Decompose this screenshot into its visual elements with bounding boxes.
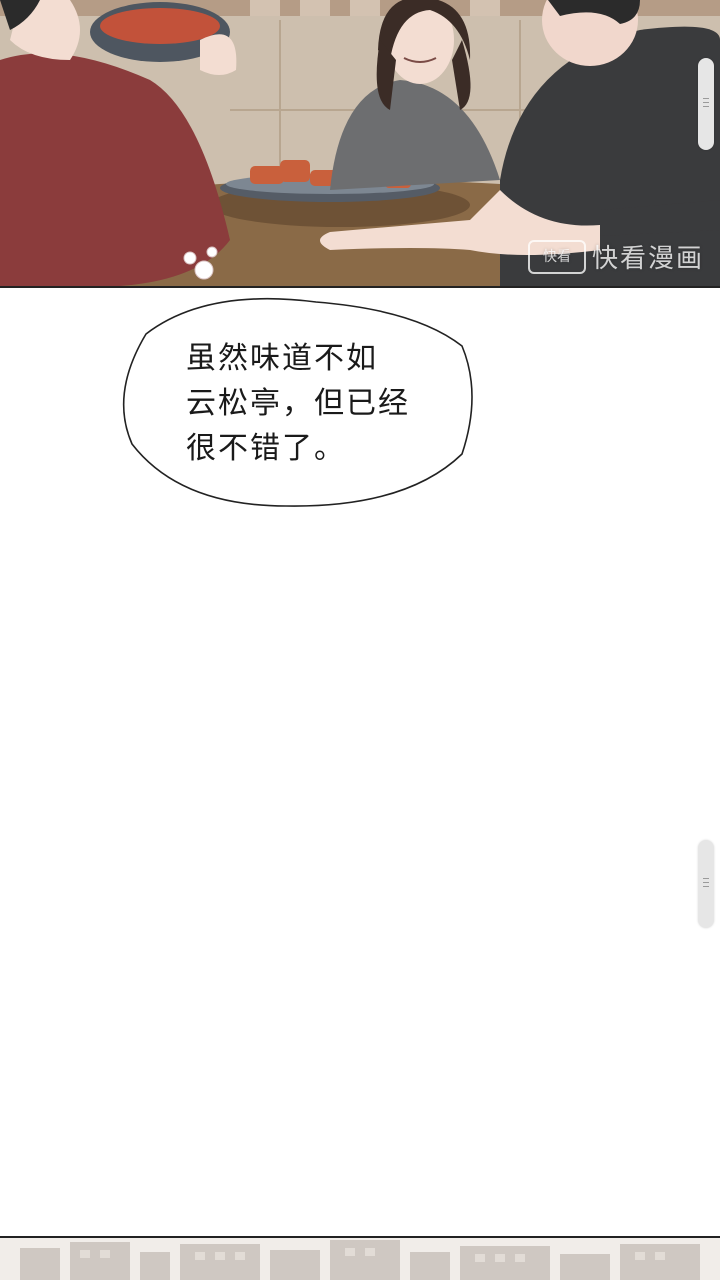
- speech-bubble-text: 虽然味道不如 云松亭，但已经 很不错了。: [186, 336, 416, 471]
- comic-panel-dinner-scene: 快看 快看漫画: [0, 0, 720, 288]
- kuaikan-logo-icon: 快看: [527, 239, 586, 274]
- watermark-text: 快看漫画: [591, 244, 704, 274]
- grip-lines-icon: [703, 878, 709, 879]
- scroll-handle-top[interactable]: [698, 58, 714, 150]
- comic-panel-street-scene: [0, 1236, 720, 1280]
- speech-line-3: 很不错了。: [186, 431, 346, 466]
- speech-line-1: 虽然味道不如: [186, 341, 378, 376]
- grip-lines-icon: [703, 98, 709, 99]
- grip-lines-icon: [703, 886, 709, 887]
- speech-bubble: 虽然味道不如 云松亭，但已经 很不错了。: [116, 294, 476, 510]
- street-scene-illustration: [0, 1238, 720, 1280]
- speech-line-2: 云松亭，但已经: [186, 386, 410, 421]
- comic-page: 快看 快看漫画 虽然味道不如 云松亭，但已经 很不错了。: [0, 0, 720, 1280]
- grip-lines-icon: [703, 882, 709, 883]
- grip-lines-icon: [703, 106, 709, 107]
- scroll-handle-middle[interactable]: [698, 840, 714, 928]
- grip-lines-icon: [703, 102, 709, 103]
- kuaikan-watermark: 快看 快看漫画: [527, 238, 704, 275]
